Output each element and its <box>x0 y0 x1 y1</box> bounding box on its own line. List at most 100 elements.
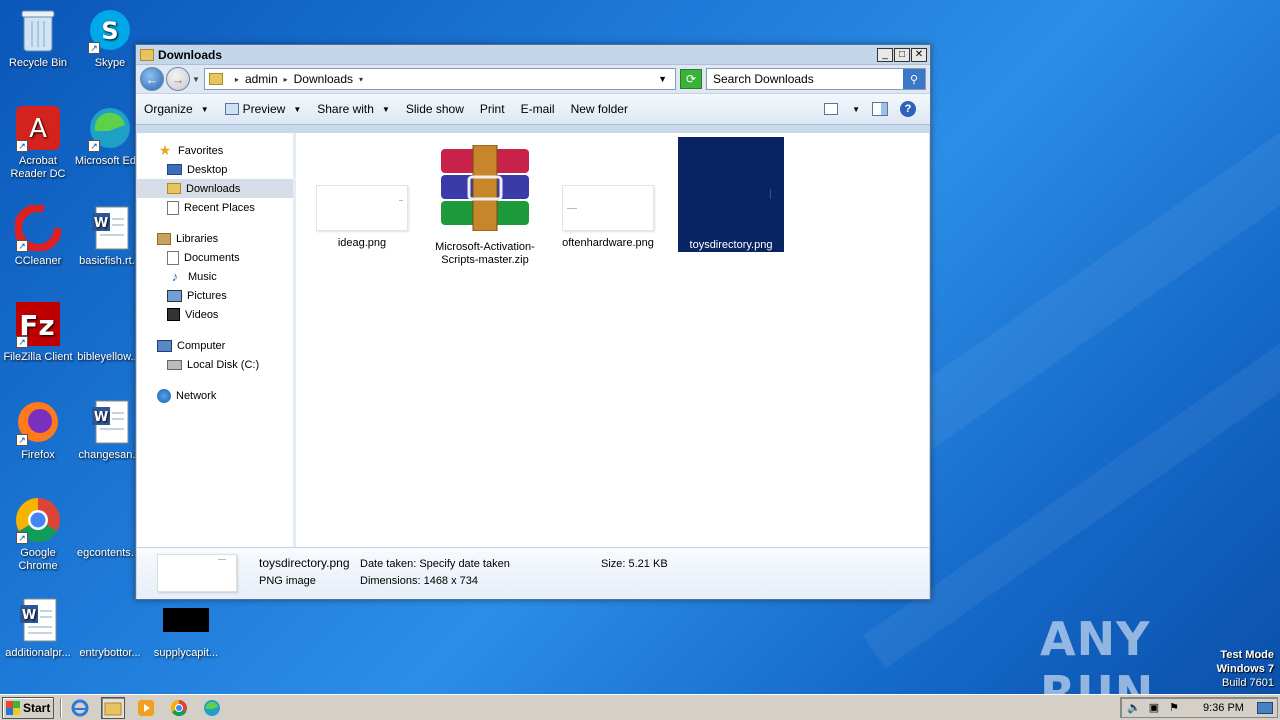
file-item-mas-zip[interactable]: Microsoft-Activation-Scripts-master.zip <box>431 144 539 267</box>
view-icon[interactable] <box>824 103 839 115</box>
nav-recent-places[interactable]: Recent Places <box>137 198 293 217</box>
nav-network[interactable]: Network <box>137 386 293 405</box>
desktop-icon-chrome[interactable]: ↗ Google Chrome <box>0 496 76 573</box>
desktop-icon-recycle-bin[interactable]: Recycle Bin <box>0 6 76 70</box>
details-date-taken[interactable]: Date taken: Specify date taken <box>360 558 510 570</box>
share-with-button[interactable]: Share with ▼ <box>317 102 390 116</box>
winrar-archive-icon <box>431 144 539 235</box>
clock[interactable]: 9:36 PM <box>1203 702 1244 714</box>
firefox-icon: ↗ <box>14 398 62 446</box>
search-input[interactable]: Search Downloads ⚲ <box>706 68 926 90</box>
png-thumbnail <box>316 185 408 231</box>
address-dropdown-button[interactable]: ▼ <box>658 74 667 84</box>
acrobat-icon: A ↗ <box>14 104 62 152</box>
nav-label: Libraries <box>176 232 219 245</box>
media-player-icon[interactable] <box>134 697 158 719</box>
slide-show-button[interactable]: Slide show <box>406 102 464 116</box>
nav-favorites[interactable]: ★ Favorites <box>137 141 293 160</box>
test-mode-line: Test Mode <box>1220 649 1274 661</box>
nav-computer[interactable]: Computer <box>137 336 293 355</box>
desktop-icon-entrybottor[interactable]: entrybottor... <box>72 596 148 660</box>
nav-pictures[interactable]: Pictures <box>137 286 293 305</box>
desktop-icon-label: CCleaner <box>14 255 62 267</box>
email-button[interactable]: E-mail <box>521 102 555 116</box>
close-button[interactable]: ✕ <box>911 47 927 62</box>
desktop-icon <box>167 164 182 175</box>
volume-icon[interactable]: 🔈 <box>1127 701 1141 715</box>
png-thumbnail <box>562 185 654 231</box>
network-tray-icon[interactable]: ▣ <box>1147 701 1161 715</box>
view-dropdown-button[interactable]: ▼ <box>852 105 860 114</box>
blank-file-icon <box>86 300 134 348</box>
print-button[interactable]: Print <box>480 102 505 116</box>
file-item-toysdirectory[interactable]: toysdirectory.png <box>678 137 784 252</box>
preview-pane-icon[interactable] <box>872 102 888 116</box>
desktop-icon-additionalpr[interactable]: W additionalpr... <box>0 596 76 660</box>
blank-file-icon <box>86 496 134 544</box>
breadcrumb-downloads[interactable]: Downloads <box>294 72 353 86</box>
desktop-icon-label: Acrobat Reader DC <box>10 155 66 180</box>
test-mode-notice: Test Mode Windows 7 Build 7601 <box>1217 648 1274 690</box>
desktop-icon-ccleaner[interactable]: ↗ CCleaner <box>0 204 76 268</box>
png-thumbnail <box>683 137 779 233</box>
chevron-right-icon[interactable]: ▸ <box>235 75 239 84</box>
network-icon <box>157 388 171 403</box>
system-tray: 🔈 ▣ ⚑ 9:36 PM <box>1120 697 1278 718</box>
desktop-icon-label: entrybottor... <box>79 647 141 659</box>
windows-explorer-icon[interactable] <box>101 696 125 719</box>
file-list[interactable]: ideag.png Microsoft-Activation-Scripts-m… <box>296 133 929 547</box>
nav-downloads[interactable]: Downloads <box>137 179 293 198</box>
maximize-button[interactable]: □ <box>894 47 910 62</box>
edge-icon[interactable] <box>200 697 224 719</box>
nav-local-disk[interactable]: Local Disk (C:) <box>137 355 293 374</box>
preview-button[interactable]: Preview ▼ <box>224 102 301 116</box>
search-icon[interactable]: ⚲ <box>903 69 925 89</box>
minimize-button[interactable]: _ <box>877 47 893 62</box>
recent-pages-dropdown[interactable]: ▼ <box>192 75 200 84</box>
back-button[interactable]: ← <box>140 67 164 91</box>
explorer-window[interactable]: Downloads _ □ ✕ ← → ▼ ▸ admin ▸ Download… <box>135 44 931 600</box>
refresh-button[interactable]: ⟳ <box>680 69 702 89</box>
svg-text:A: A <box>29 114 47 144</box>
nav-documents[interactable]: Documents <box>137 248 293 267</box>
file-item-ideag[interactable]: ideag.png <box>308 185 416 250</box>
folder-icon <box>140 48 154 61</box>
computer-icon <box>157 339 172 352</box>
desktop-icon-label: FileZilla Client <box>3 351 73 363</box>
nav-desktop[interactable]: Desktop <box>137 160 293 179</box>
chevron-down-icon[interactable]: ▾ <box>359 75 363 84</box>
search-placeholder: Search Downloads <box>713 72 814 86</box>
details-pane: toysdirectory.png PNG image Date taken: … <box>137 547 929 599</box>
chrome-icon[interactable] <box>167 697 191 719</box>
nav-music[interactable]: ♪ Music <box>137 267 293 286</box>
desktop-icon-filezilla[interactable]: Fz ↗ FileZilla Client <box>0 300 76 364</box>
start-button[interactable]: Start <box>2 696 54 719</box>
new-folder-button[interactable]: New folder <box>571 102 628 116</box>
word-doc-icon: W <box>86 398 134 446</box>
desktop-icon-label: supplycapit... <box>153 647 219 659</box>
help-icon[interactable]: ? <box>900 101 916 117</box>
nav-libraries[interactable]: Libraries <box>137 229 293 248</box>
action-center-icon[interactable]: ⚑ <box>1167 701 1181 715</box>
taskbar-separator <box>60 697 62 718</box>
libraries-icon <box>157 232 171 245</box>
title-bar[interactable]: Downloads _ □ ✕ <box>136 45 930 65</box>
desktop-icon-acrobat[interactable]: A ↗ Acrobat Reader DC <box>0 104 76 181</box>
details-dimensions: Dimensions: 1468 x 734 <box>360 575 479 587</box>
taskbar: Start 🔈 ▣ ⚑ 9:36 PM <box>0 694 1280 720</box>
address-bar[interactable]: ▸ admin ▸ Downloads ▾ ▼ <box>203 68 676 90</box>
chrome-icon: ↗ <box>14 496 62 544</box>
organize-button[interactable]: Organize ▼ <box>144 102 209 116</box>
internet-explorer-icon[interactable] <box>68 697 92 719</box>
nav-label: Videos <box>185 308 219 321</box>
breadcrumb-admin[interactable]: admin <box>245 72 278 86</box>
local-disk-icon <box>167 359 182 370</box>
show-desktop-button[interactable] <box>1257 701 1273 714</box>
forward-button[interactable]: → <box>166 67 190 91</box>
desktop-icon-supplycapit[interactable]: supplycapit... <box>148 596 224 660</box>
desktop-icon-firefox[interactable]: ↗ Firefox <box>0 398 76 462</box>
file-item-oftenhardware[interactable]: oftenhardware.png <box>554 185 662 250</box>
chevron-right-icon[interactable]: ▸ <box>284 75 288 84</box>
nav-videos[interactable]: Videos <box>137 305 293 324</box>
folder-icon <box>208 73 223 85</box>
